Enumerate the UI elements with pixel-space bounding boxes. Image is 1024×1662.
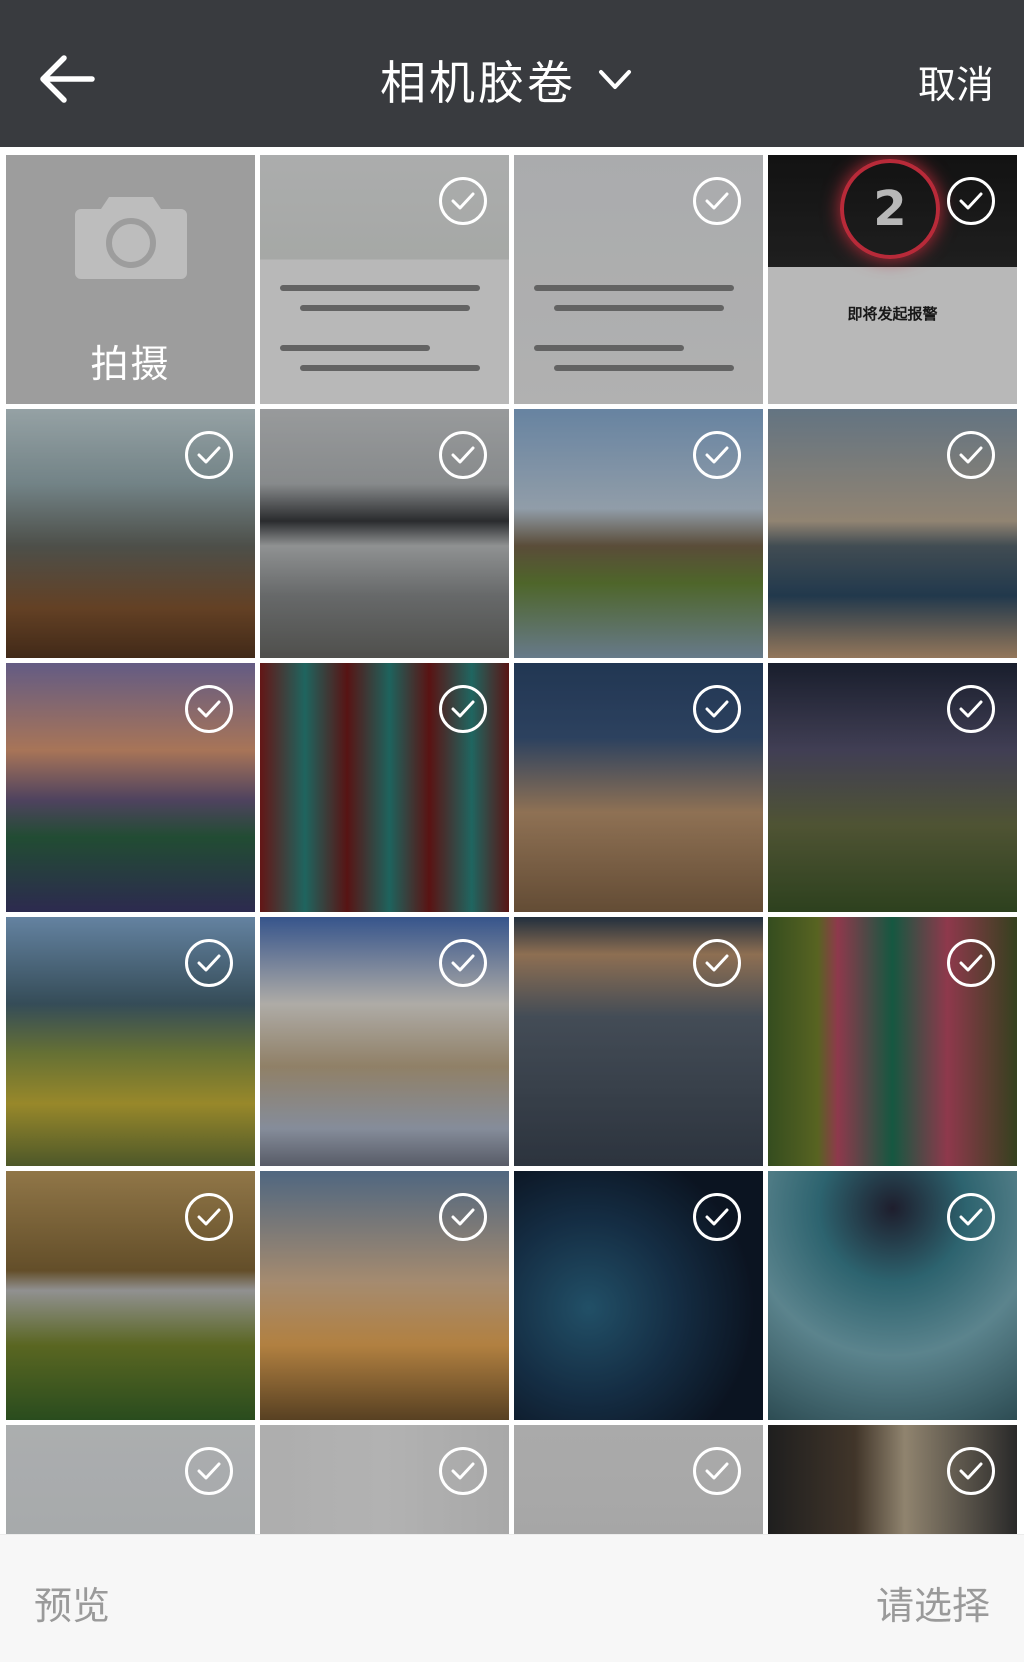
photo-tile[interactable] — [260, 155, 509, 404]
arrow-left-icon — [40, 55, 95, 103]
check-circle-icon[interactable] — [185, 685, 233, 733]
photo-tile[interactable] — [6, 1425, 255, 1534]
bottom-bar: 预览 请选择 — [0, 1534, 1024, 1662]
photo-tile[interactable] — [260, 1171, 509, 1420]
check-circle-icon[interactable] — [693, 1447, 741, 1495]
photo-tile[interactable] — [768, 1171, 1017, 1420]
take-photo-label: 拍摄 — [90, 342, 171, 386]
photo-grid: 拍摄 2 即将发起报警 — [0, 147, 1024, 1534]
cancel-button[interactable]: 取消 — [918, 54, 994, 109]
photo-tile[interactable] — [514, 917, 763, 1166]
take-photo-tile[interactable]: 拍摄 — [6, 155, 255, 404]
photo-tile[interactable] — [514, 663, 763, 912]
photo-tile[interactable] — [6, 1171, 255, 1420]
check-circle-icon[interactable] — [947, 939, 995, 987]
select-button[interactable]: 请选择 — [876, 1575, 990, 1630]
check-circle-icon[interactable] — [947, 1447, 995, 1495]
check-circle-icon[interactable] — [439, 1193, 487, 1241]
photo-tile[interactable] — [6, 663, 255, 912]
check-circle-icon[interactable] — [439, 939, 487, 987]
top-bar: 相机胶卷 取消 — [0, 0, 1024, 147]
check-circle-icon[interactable] — [185, 939, 233, 987]
check-circle-icon[interactable] — [693, 431, 741, 479]
check-circle-icon[interactable] — [693, 685, 741, 733]
photo-tile[interactable] — [768, 917, 1017, 1166]
check-circle-icon[interactable] — [693, 1193, 741, 1241]
photo-tile[interactable]: 2 即将发起报警 — [768, 155, 1017, 404]
photo-tile[interactable] — [260, 917, 509, 1166]
photo-tile[interactable] — [260, 1425, 509, 1534]
check-circle-icon[interactable] — [693, 939, 741, 987]
photo-tile[interactable] — [6, 917, 255, 1166]
check-circle-icon[interactable] — [947, 685, 995, 733]
photo-tile[interactable] — [514, 409, 763, 658]
check-circle-icon[interactable] — [439, 685, 487, 733]
check-circle-icon[interactable] — [947, 431, 995, 479]
photo-tile[interactable] — [768, 409, 1017, 658]
check-circle-icon[interactable] — [185, 1447, 233, 1495]
camera-icon — [75, 197, 187, 279]
check-circle-icon[interactable] — [439, 1447, 487, 1495]
album-title: 相机胶卷 — [380, 56, 576, 110]
photo-tile[interactable] — [260, 663, 509, 912]
photo-tile[interactable] — [514, 1171, 763, 1420]
photo-tile[interactable] — [514, 155, 763, 404]
check-circle-icon[interactable] — [693, 177, 741, 225]
photo-tile[interactable] — [514, 1425, 763, 1534]
photo-tile[interactable] — [260, 409, 509, 658]
photo-tile[interactable] — [768, 663, 1017, 912]
check-circle-icon[interactable] — [947, 177, 995, 225]
back-button[interactable] — [36, 48, 98, 110]
chevron-down-icon — [599, 70, 631, 89]
check-circle-icon[interactable] — [439, 177, 487, 225]
check-circle-icon[interactable] — [947, 1193, 995, 1241]
check-circle-icon[interactable] — [185, 431, 233, 479]
preview-button[interactable]: 预览 — [34, 1575, 110, 1630]
check-circle-icon[interactable] — [439, 431, 487, 479]
album-selector[interactable]: 相机胶卷 — [380, 50, 632, 110]
photo-tile[interactable] — [768, 1425, 1017, 1534]
check-circle-icon[interactable] — [185, 1193, 233, 1241]
photo-tile[interactable] — [6, 409, 255, 658]
